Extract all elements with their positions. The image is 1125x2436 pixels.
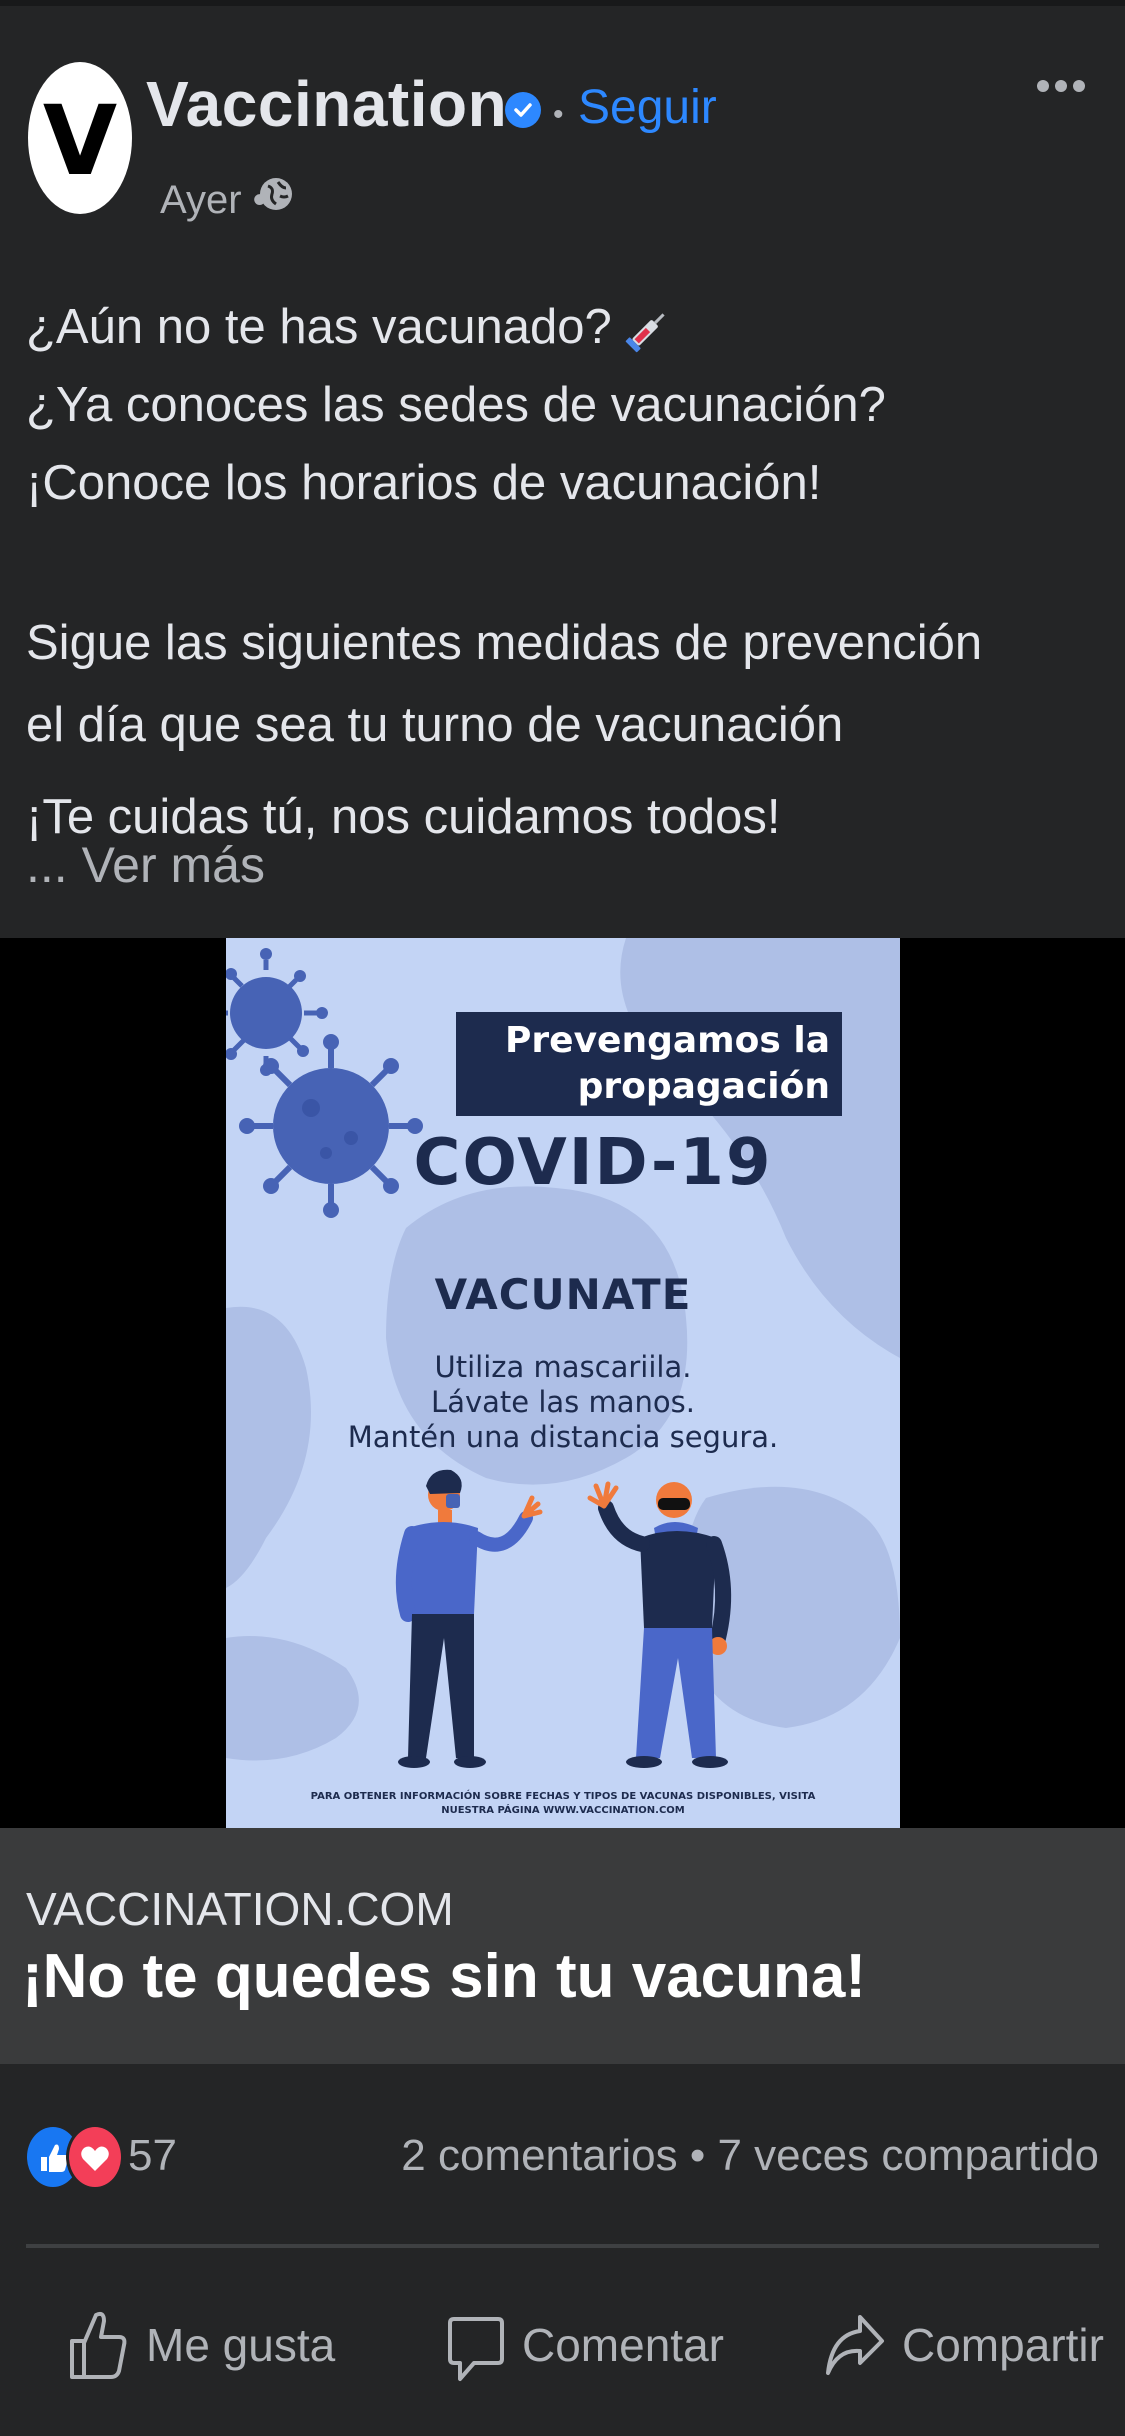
post-line: Sigue las siguientes medidas de prevenci… [26,616,983,670]
top-edge [0,0,1125,6]
poster-tip: Utiliza mascariila. [434,1350,692,1384]
post-time[interactable]: Ayer • [160,180,267,220]
verified-badge-icon [505,92,541,128]
link-preview-card[interactable]: VACCINATION.COM ¡No te quedes sin tu vac… [0,1828,1125,2064]
more-options-icon[interactable] [1037,80,1085,92]
share-button[interactable]: Compartir [824,2290,1104,2400]
share-icon [826,2315,884,2375]
see-more-link[interactable]: ... Ver más [26,840,265,890]
post-line: ¿Aún no te has vacunado? [26,288,1096,366]
poster-tip: Lávate las manos. [431,1385,695,1419]
comment-label: Comentar [522,2319,724,2371]
poster-title-box: Prevengamos la propagación [456,1012,842,1116]
love-reaction-icon [66,2124,124,2190]
poster-headline: COVID-19 [413,1126,773,1200]
covid-poster: Prevengamos la propagación COVID-19 VACU… [226,938,900,1828]
comment-button[interactable]: Comentar [446,2290,724,2400]
divider [26,2244,1099,2248]
like-button[interactable]: Me gusta [66,2290,335,2400]
poster-tip: Mantén una distancia segura. [347,1420,779,1454]
avatar-letter: V [42,85,118,197]
poster-tips: Utiliza mascariila. Lávate las manos. Ma… [226,1350,900,1455]
globe-icon [260,178,292,210]
like-label: Me gusta [146,2319,336,2371]
syringe-emoji [625,313,665,353]
virus-icon [226,948,328,1076]
action-bar: Me gusta Comentar Compartir [0,2290,1125,2400]
poster-title-line: propagación [577,1066,830,1107]
engagement-stats[interactable]: 2 comentarios • 7 veces compartido [401,2134,1099,2178]
page-name[interactable]: Vaccination [146,72,507,136]
header-separator: • [553,98,564,131]
post-image[interactable]: Prevengamos la propagación COVID-19 VACU… [0,938,1125,1828]
link-title: ¡No te quedes sin tu vacuna! [22,1942,867,2011]
person-illustration-left [395,1469,543,1768]
link-domain: VACCINATION.COM [26,1883,454,1935]
page-avatar[interactable]: V [28,62,132,214]
thumbs-up-icon [70,2311,127,2379]
post-line: ¿Ya conoces las sedes de vacunación? [26,378,886,432]
poster-title-line: Prevengamos la [505,1020,830,1061]
post-line: ¡Conoce los horarios de vacunación! [26,456,822,510]
comment-icon [448,2317,504,2381]
post-line: el día que sea tu turno de vacunación [26,698,844,752]
reaction-count: 57 [128,2131,177,2180]
follow-button[interactable]: Seguir [578,84,717,132]
poster-footer-note: PARA OBTENER INFORMACIÓN SOBRE FECHAS Y … [310,1791,816,1816]
share-label: Compartir [902,2319,1104,2371]
poster-subheadline: VACUNATE [434,1270,692,1319]
post-text: ¿Aún no te has vacunado? ¿Ya conoces las… [26,288,1096,856]
